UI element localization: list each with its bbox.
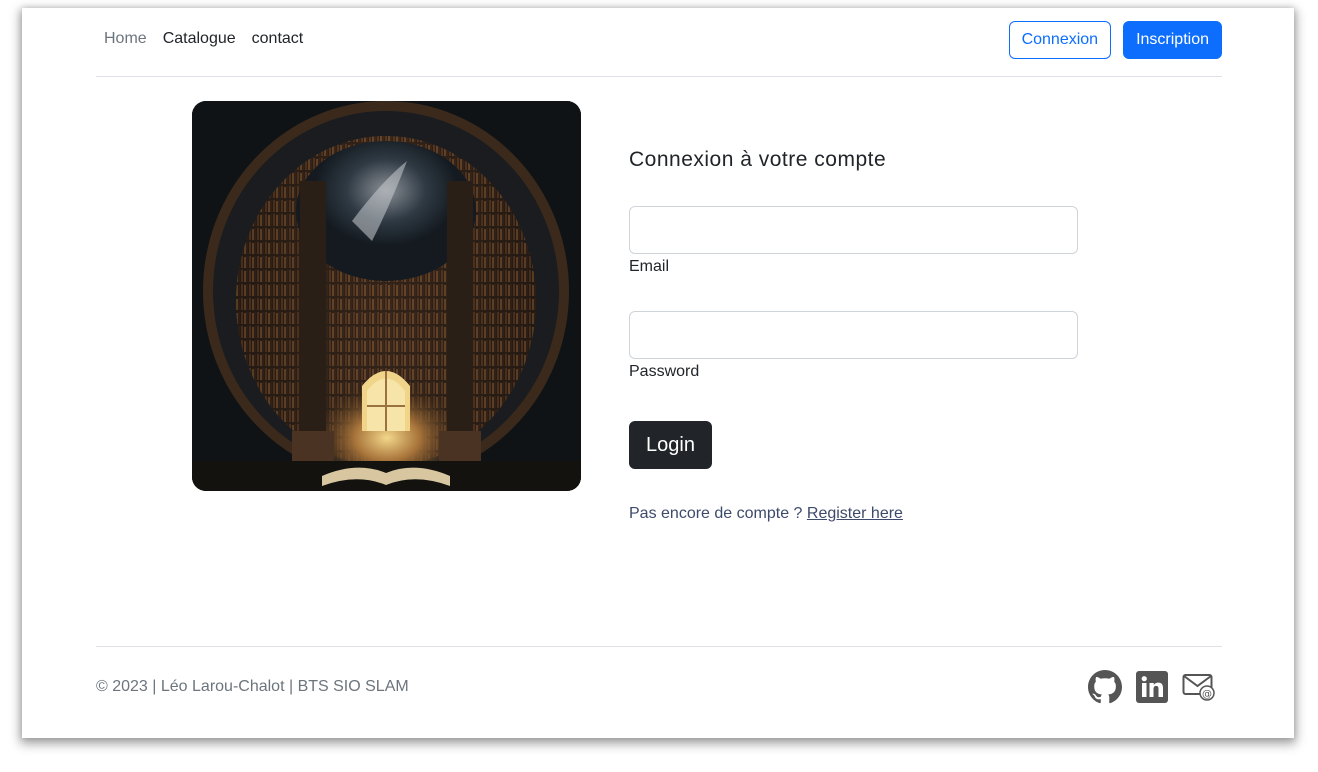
nav-home[interactable]: Home [104, 30, 147, 48]
nav-catalogue[interactable]: Catalogue [163, 30, 236, 48]
nav-contact[interactable]: contact [252, 30, 304, 48]
svg-text:@: @ [1202, 689, 1212, 700]
copyright-text: © 2023 | Léo Larou-Chalot | BTS SIO SLAM [96, 678, 409, 695]
form-title: Connexion à votre compte [629, 148, 887, 171]
github-icon[interactable] [1088, 670, 1122, 709]
register-prompt-text: Pas encore de compte ? [629, 505, 803, 522]
password-field[interactable] [629, 311, 1078, 359]
email-field[interactable] [629, 206, 1078, 254]
footer-divider [96, 646, 1222, 647]
linkedin-icon[interactable] [1136, 671, 1168, 708]
inscription-button[interactable]: Inscription [1123, 21, 1222, 59]
connexion-button[interactable]: Connexion [1008, 21, 1112, 59]
register-prompt: Pas encore de compte ? Register here [629, 505, 903, 523]
login-form: Connexion à votre compte Email Password … [629, 148, 1089, 522]
main-nav: Home Catalogue contact [104, 30, 303, 48]
register-link[interactable]: Register here [807, 505, 903, 522]
login-button[interactable]: Login [629, 421, 712, 469]
email-label: Email [629, 258, 670, 275]
social-links: @ [1088, 670, 1216, 709]
page-window: Home Catalogue contact Connexion Inscrip… [22, 8, 1294, 738]
mail-icon[interactable]: @ [1182, 672, 1216, 707]
header-divider [96, 76, 1222, 77]
password-label: Password [629, 363, 700, 380]
auth-buttons: Connexion Inscription [1008, 21, 1222, 59]
library-image [192, 101, 581, 491]
